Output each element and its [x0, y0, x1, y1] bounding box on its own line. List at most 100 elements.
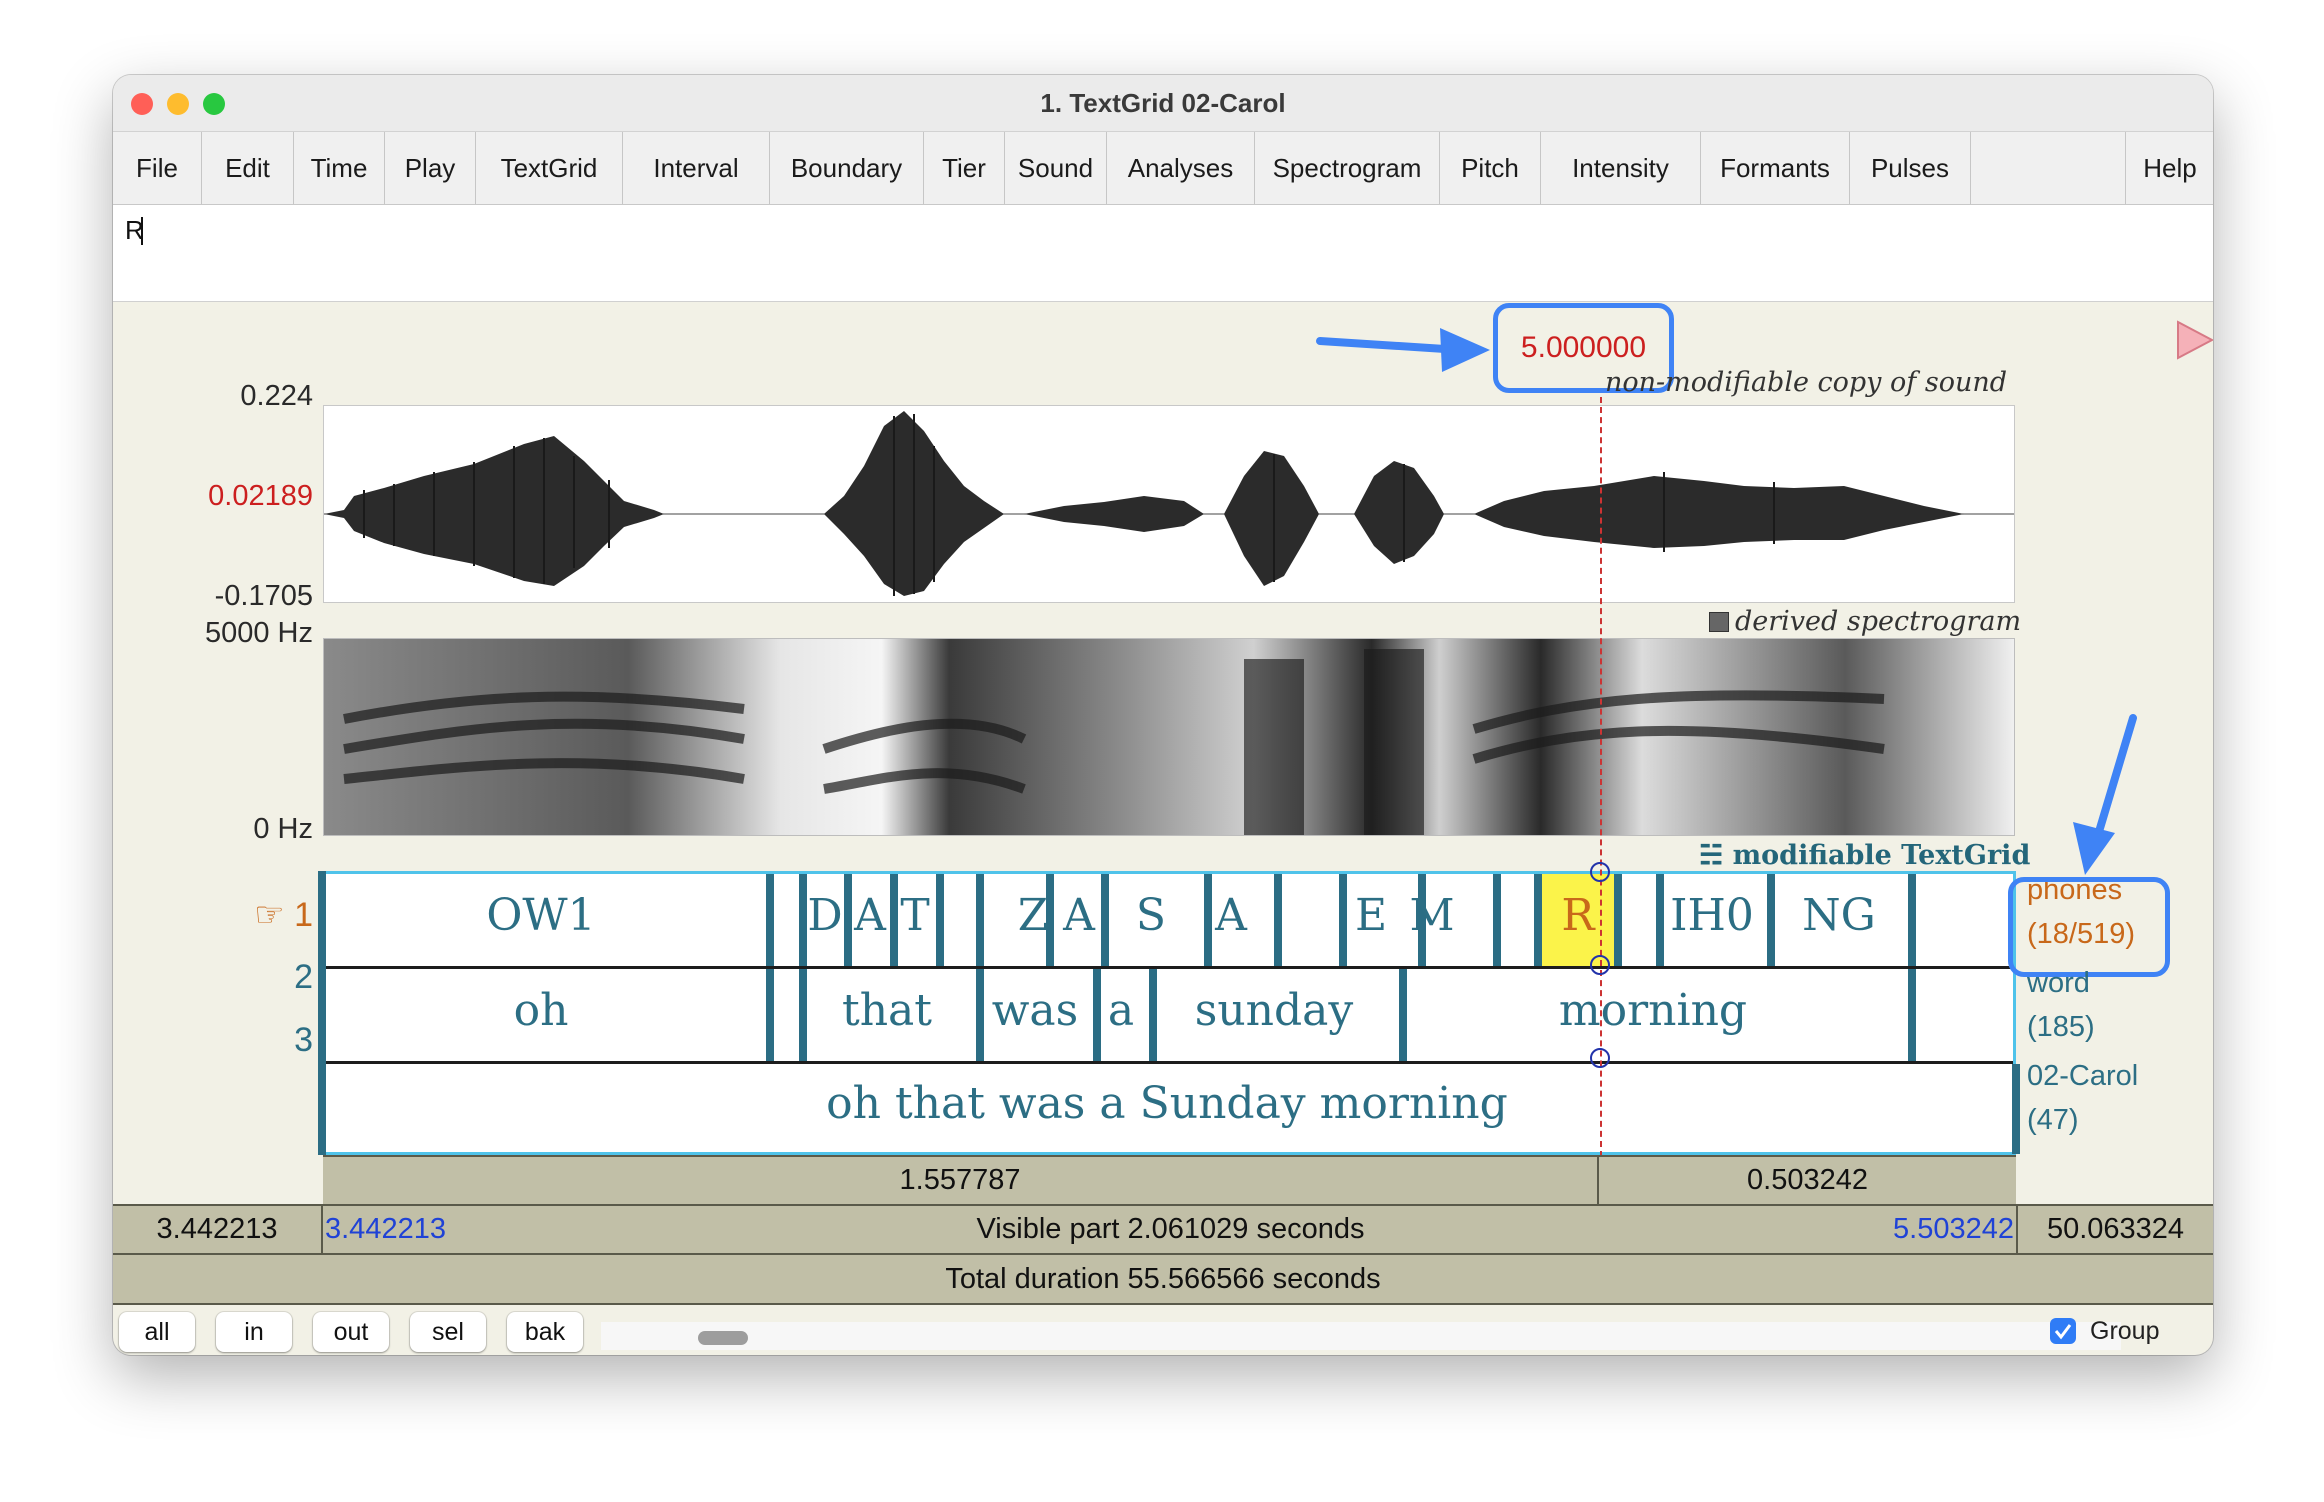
boundary[interactable] [1767, 874, 1775, 967]
total-duration-bar: Total duration 55.566566 seconds [113, 1253, 2213, 1305]
boundary[interactable] [1908, 969, 1916, 1062]
duration-after-cursor[interactable]: 0.503242 [1599, 1157, 2016, 1204]
boundary[interactable] [936, 874, 944, 967]
boundary[interactable] [766, 874, 774, 967]
text-caret [141, 217, 143, 245]
word-label[interactable]: a [1108, 985, 1134, 1036]
menu-analyses[interactable]: Analyses [1107, 132, 1255, 204]
menu-help[interactable]: Help [2125, 132, 2213, 204]
menu-formants[interactable]: Formants [1701, 132, 1850, 204]
duration-before-cursor[interactable]: 1.557787 [323, 1157, 1599, 1204]
visible-part-label[interactable]: Visible part 2.061029 seconds [325, 1206, 2016, 1253]
boundary[interactable] [844, 874, 852, 967]
word-label[interactable]: was [992, 985, 1078, 1036]
menu-interval[interactable]: Interval [623, 132, 770, 204]
selection-duration-bar: 1.557787 0.503242 [323, 1155, 2016, 1204]
phone-label[interactable]: NG [1802, 890, 1876, 941]
tier-2-name[interactable]: word (185) [2027, 961, 2095, 1049]
tier-3-name-label: 02-Carol [2027, 1060, 2139, 1092]
waveform[interactable] [323, 405, 2015, 603]
boundary[interactable] [976, 874, 984, 967]
menu-pulses[interactable]: Pulses [1850, 132, 1971, 204]
tier-02-carol[interactable]: oh that was a Sunday morning [321, 1064, 2020, 1157]
boundary[interactable] [1534, 874, 1542, 967]
tier-3-number[interactable]: 3 [233, 1021, 313, 1060]
boundary[interactable] [976, 969, 984, 1062]
menu-sound[interactable]: Sound [1005, 132, 1107, 204]
zoom-selection-button[interactable]: sel [410, 1312, 486, 1352]
cursor-time: 5.000000 [1520, 331, 1647, 364]
tier-1-number[interactable]: ☞ 1 [233, 895, 313, 935]
boundary[interactable] [799, 874, 807, 967]
menu-time[interactable]: Time [294, 132, 385, 204]
window-start-time[interactable]: 3.442213 [113, 1206, 323, 1253]
phrase-label[interactable]: oh that was a Sunday morning [826, 1078, 1508, 1129]
menu-tier[interactable]: Tier [924, 132, 1005, 204]
boundary[interactable] [1908, 874, 1916, 967]
spectrogram-f-max: 5000 Hz [204, 617, 313, 649]
boundary[interactable] [1204, 874, 1212, 967]
tier-phones[interactable]: OW1 D A T Z A S A E M R IH0 NG [321, 874, 2013, 967]
word-label[interactable]: sunday [1195, 985, 1354, 1036]
boundary[interactable] [1274, 874, 1282, 967]
menu-spectrogram[interactable]: Spectrogram [1255, 132, 1440, 204]
phone-label[interactable]: A [1215, 890, 1247, 941]
phone-label[interactable]: S [1136, 890, 1166, 941]
sound-caption: non-modifiable copy of sound [1605, 367, 2008, 398]
word-label[interactable]: morning [1559, 985, 1747, 1036]
menu-boundary[interactable]: Boundary [770, 132, 924, 204]
zoom-back-button[interactable]: bak [507, 1312, 583, 1352]
visible-part-bar: 3.442213 3.442213 Visible part 2.061029 … [113, 1204, 2213, 1253]
phone-label[interactable]: M [1409, 890, 1454, 941]
cursor-circle-tier-3 [1590, 1048, 1610, 1068]
phone-label-selected[interactable]: R [1561, 890, 1594, 941]
boundary[interactable] [1493, 874, 1501, 967]
group-checkbox[interactable] [2050, 1318, 2076, 1344]
boundary[interactable] [1101, 874, 1109, 967]
boundary[interactable] [1614, 874, 1622, 967]
phone-label[interactable]: T [900, 890, 929, 941]
window-end-time[interactable]: 50.063324 [2016, 1206, 2213, 1253]
play-triangle-icon[interactable] [2176, 320, 2213, 362]
boundary[interactable] [1093, 969, 1101, 1062]
zoom-out-button[interactable]: out [313, 1312, 389, 1352]
interval-text-field[interactable]: R [113, 205, 2213, 302]
menu-intensity[interactable]: Intensity [1541, 132, 1701, 204]
menu-textgrid[interactable]: TextGrid [476, 132, 623, 204]
spectrogram[interactable] [323, 638, 2015, 836]
phone-label[interactable]: E [1355, 890, 1387, 941]
menu-pitch[interactable]: Pitch [1440, 132, 1541, 204]
phone-label[interactable]: Z [1018, 890, 1049, 941]
phone-label[interactable]: A [854, 890, 886, 941]
boundary[interactable] [1339, 874, 1347, 967]
word-label[interactable]: oh [514, 985, 569, 1036]
title-bar: 1. TextGrid 02-Carol [113, 75, 2213, 132]
boundary[interactable] [1399, 969, 1407, 1062]
phone-label[interactable]: OW1 [486, 890, 595, 941]
menu-edit[interactable]: Edit [202, 132, 294, 204]
word-label[interactable]: that [842, 985, 932, 1036]
boundary[interactable] [1656, 874, 1664, 967]
tier-3-name[interactable]: 02-Carol (47) [2027, 1054, 2138, 1142]
zoom-in-button[interactable]: in [216, 1312, 292, 1352]
phone-label[interactable]: D [807, 890, 842, 941]
boundary[interactable] [890, 874, 898, 967]
scrollbar-thumb[interactable] [698, 1331, 748, 1345]
tier-word[interactable]: oh that was a sunday morning [321, 969, 2013, 1062]
menu-file[interactable]: File [113, 132, 202, 204]
tier-2-number[interactable]: 2 [233, 958, 313, 997]
boundary[interactable] [2012, 1064, 2020, 1154]
zoom-all-button[interactable]: all [119, 1312, 195, 1352]
textgrid-editor[interactable]: OW1 D A T Z A S A E M R IH0 NG oh that w… [318, 871, 2020, 1157]
menu-play[interactable]: Play [385, 132, 476, 204]
boundary[interactable] [766, 969, 774, 1062]
phone-label[interactable]: A [1063, 890, 1095, 941]
boundary[interactable] [799, 969, 807, 1062]
horizontal-scrollbar[interactable] [601, 1322, 2121, 1350]
group-checkbox-label: Group [2090, 1317, 2160, 1345]
total-duration-label[interactable]: Total duration 55.566566 seconds [113, 1255, 2213, 1303]
pointing-hand-icon: ☞ [254, 896, 295, 934]
phone-label[interactable]: IH0 [1670, 890, 1754, 941]
boundary[interactable] [1149, 969, 1157, 1062]
window-title: 1. TextGrid 02-Carol [1040, 88, 1286, 118]
